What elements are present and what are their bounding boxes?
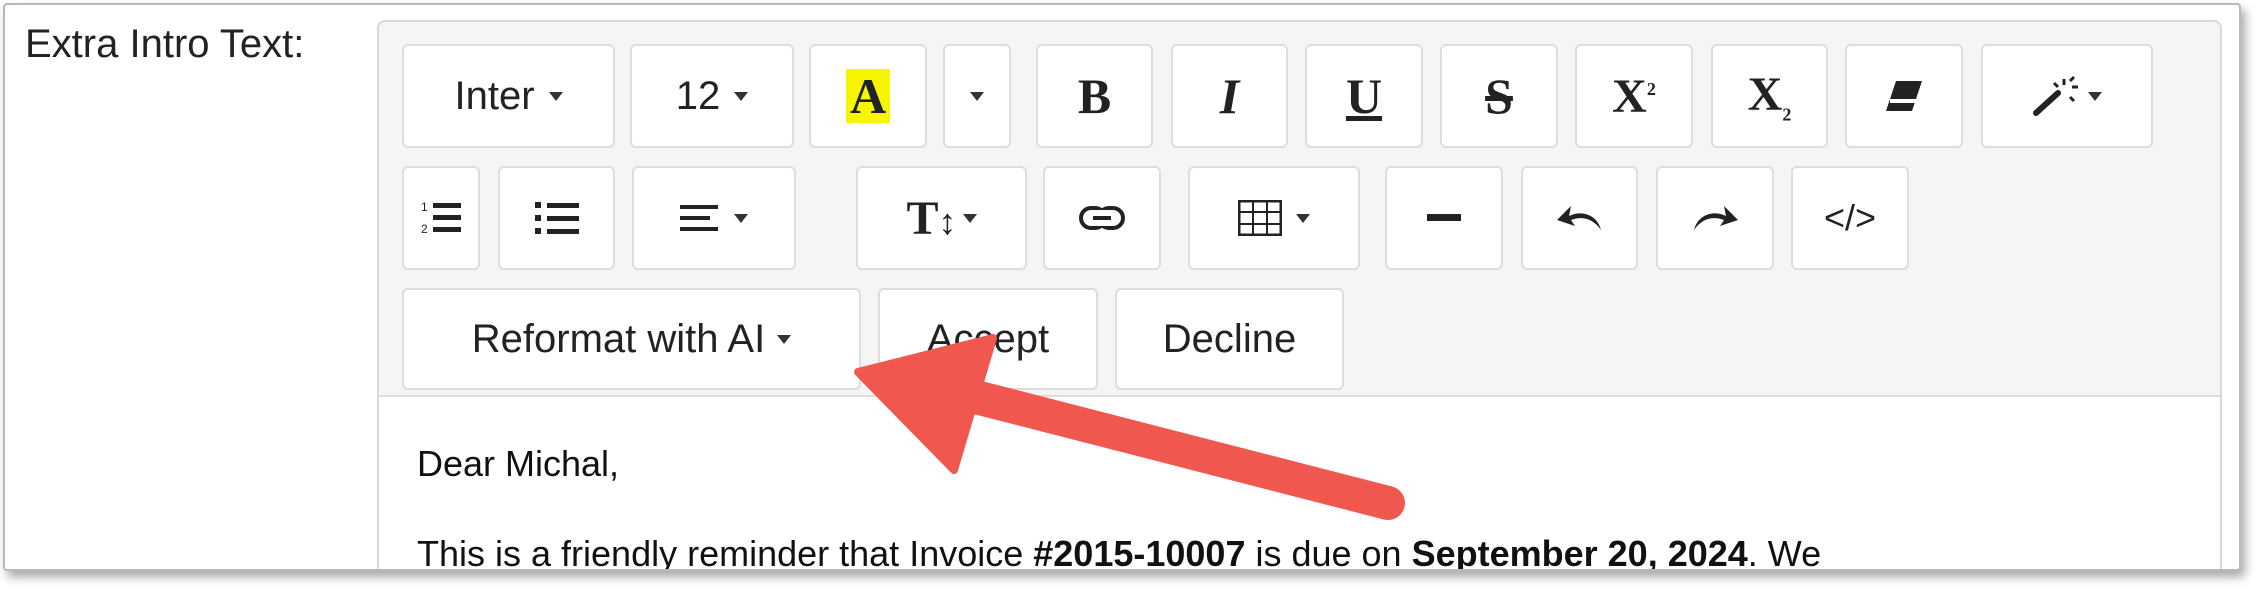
svg-text:2: 2 <box>421 222 428 236</box>
caret-down-icon <box>1296 213 1310 223</box>
font-size-value: 12 <box>675 73 721 118</box>
unordered-list-icon <box>534 202 579 234</box>
code-view-button[interactable]: </> <box>1791 166 1909 270</box>
superscript-button[interactable]: X2 <box>1575 44 1693 148</box>
unordered-list-button[interactable] <box>498 166 615 270</box>
ordered-list-button[interactable]: 1 2 <box>402 166 480 270</box>
caret-down-icon <box>962 213 977 223</box>
subscript-icon: X2 <box>1747 67 1792 125</box>
italic-icon: I <box>1219 68 1240 124</box>
reformat-ai-dropdown[interactable]: Reformat with AI <box>402 288 861 390</box>
clear-format-button[interactable] <box>1845 44 1963 148</box>
highlight-color-button[interactable]: A <box>809 44 927 148</box>
svg-text:1: 1 <box>421 200 428 214</box>
bold-button[interactable]: B <box>1036 44 1153 148</box>
form-row: Extra Intro Text: Inter 12 A B I U S X2 … <box>3 3 2241 571</box>
bold-icon: B <box>1077 68 1112 124</box>
ordered-list-icon: 1 2 <box>421 200 461 236</box>
strikethrough-button[interactable]: S <box>1440 44 1558 148</box>
rich-text-editor: Inter 12 A B I U S X2 X2 1 2 T↕ </> Refo… <box>377 20 2222 571</box>
table-dropdown[interactable] <box>1188 166 1360 270</box>
subscript-button[interactable]: X2 <box>1711 44 1828 148</box>
align-icon <box>680 205 718 231</box>
reformat-ai-label: Reformat with AI <box>471 316 766 361</box>
highlight-color-dropdown[interactable] <box>943 44 1011 148</box>
caret-down-icon <box>734 91 749 101</box>
redo-icon <box>1694 206 1738 230</box>
font-size-dropdown[interactable]: 12 <box>630 44 794 148</box>
accept-button[interactable]: Accept <box>878 288 1098 390</box>
redo-button[interactable] <box>1656 166 1774 270</box>
strikethrough-icon: S <box>1485 68 1513 124</box>
horizontal-rule-icon <box>1427 214 1461 221</box>
code-view-icon: </> <box>1823 197 1877 238</box>
undo-icon <box>1556 206 1601 230</box>
caret-down-icon <box>548 91 563 101</box>
underline-button[interactable]: U <box>1305 44 1423 148</box>
editor-toolbar: Inter 12 A B I U S X2 X2 1 2 T↕ </> Refo… <box>379 22 2220 397</box>
undo-button[interactable] <box>1521 166 1638 270</box>
eraser-icon <box>1886 81 1922 111</box>
text-style-dropdown[interactable]: T↕ <box>856 166 1027 270</box>
field-label: Extra Intro Text: <box>25 22 305 66</box>
highlight-color-icon: A <box>845 69 891 123</box>
editor-content[interactable]: Dear Michal, This is a friendly reminder… <box>417 442 1821 571</box>
italic-button[interactable]: I <box>1171 44 1288 148</box>
underline-icon: U <box>1345 68 1383 124</box>
table-icon <box>1238 200 1282 236</box>
caret-down-icon <box>970 91 984 101</box>
font-family-value: Inter <box>454 73 535 118</box>
font-family-dropdown[interactable]: Inter <box>402 44 615 148</box>
insert-link-button[interactable] <box>1043 166 1161 270</box>
link-icon <box>1079 206 1125 230</box>
reminder-paragraph: This is a friendly reminder that Invoice… <box>417 532 1821 571</box>
decline-label: Decline <box>1162 316 1297 361</box>
magic-style-dropdown[interactable] <box>1981 44 2153 148</box>
caret-down-icon <box>2088 91 2102 101</box>
due-date: September 20, 2024 <box>1411 533 1748 571</box>
magic-wand-icon <box>2033 75 2078 116</box>
decline-button[interactable]: Decline <box>1115 288 1344 390</box>
greeting-text: Dear Michal, <box>417 443 620 484</box>
caret-down-icon <box>777 334 792 344</box>
horizontal-rule-button[interactable] <box>1385 166 1503 270</box>
align-dropdown[interactable] <box>632 166 796 270</box>
text-style-icon: T↕ <box>906 191 957 245</box>
superscript-icon: X2 <box>1612 69 1656 123</box>
accept-label: Accept <box>926 316 1050 361</box>
caret-down-icon <box>734 213 748 223</box>
invoice-number: #2015-10007 <box>1033 533 1246 571</box>
